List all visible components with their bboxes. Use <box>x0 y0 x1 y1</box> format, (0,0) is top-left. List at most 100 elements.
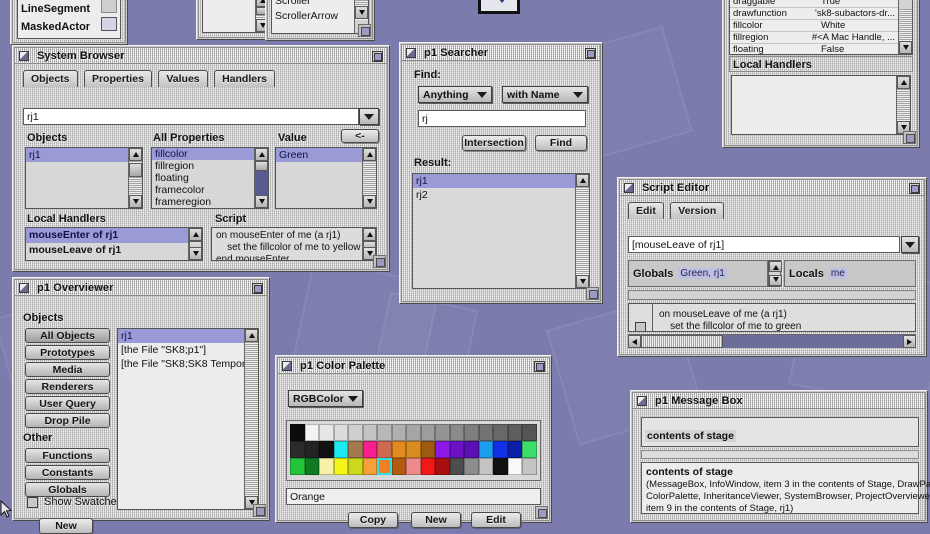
color-copy-button[interactable]: Copy <box>348 512 398 528</box>
scroll-down-arrow[interactable] <box>255 195 268 208</box>
scroll-track[interactable] <box>897 89 910 121</box>
grow-box[interactable] <box>253 504 266 517</box>
scroll-thumb[interactable] <box>255 161 268 171</box>
list-item[interactable]: ScrollerArrow <box>272 9 354 24</box>
prototype-list-window-left[interactable]: LineSegment MaskedActor <box>10 0 128 45</box>
grow-box[interactable] <box>373 255 386 268</box>
list-item[interactable]: floating <box>152 172 254 184</box>
close-icon[interactable] <box>19 283 29 293</box>
overviewer-button-constants[interactable]: Constants <box>25 465 110 480</box>
zoom-icon[interactable] <box>585 48 596 59</box>
vertical-scrollbar[interactable] <box>254 148 268 208</box>
grow-box[interactable] <box>903 131 916 144</box>
grow-box[interactable] <box>535 506 548 519</box>
list-item[interactable]: mouseLeave of rj1 <box>26 243 188 258</box>
color-swatch[interactable] <box>392 441 407 458</box>
scroll-up-arrow[interactable] <box>363 148 376 161</box>
handler-dropdown-button[interactable] <box>901 236 919 253</box>
list-item[interactable]: rj1 <box>118 329 244 343</box>
scroll-thumb[interactable] <box>641 335 723 348</box>
color-swatch[interactable] <box>377 441 392 458</box>
scroll-down-arrow[interactable] <box>363 195 376 208</box>
search-dropdown-button[interactable] <box>359 108 379 125</box>
tab-edit[interactable]: Edit <box>628 202 664 219</box>
color-swatch[interactable] <box>363 458 378 475</box>
scroll-right-arrow[interactable] <box>903 335 916 348</box>
list-item[interactable]: fillregion <box>152 160 254 172</box>
color-swatch[interactable] <box>348 424 363 441</box>
script-text[interactable]: on mouseEnter of me (a rj1) set the fill… <box>212 228 362 260</box>
color-swatch[interactable] <box>479 458 494 475</box>
list-item[interactable]: fillcolor <box>152 148 254 160</box>
list-item[interactable]: Scroller <box>272 0 354 9</box>
overviewer-button-drop-pile[interactable]: Drop Pile <box>25 413 110 428</box>
locals-pane[interactable]: Locals me <box>784 260 916 287</box>
zoom-icon[interactable] <box>372 51 383 62</box>
tab-properties[interactable]: Properties <box>84 70 152 87</box>
scroll-up-arrow[interactable] <box>363 228 376 241</box>
list-item[interactable]: rj1 <box>26 148 128 162</box>
overviewer-object-list[interactable]: rj1 [the File "SK8;p1"] [the File "SK8;S… <box>117 328 259 510</box>
color-swatch[interactable] <box>290 458 305 475</box>
color-swatch[interactable] <box>392 458 407 475</box>
list-item[interactable]: framecolor <box>152 184 254 196</box>
zoom-icon[interactable] <box>534 361 545 372</box>
color-swatch[interactable] <box>508 424 523 441</box>
color-swatch[interactable] <box>450 458 465 475</box>
color-swatch[interactable] <box>406 441 421 458</box>
script-pane[interactable]: on mouseEnter of me (a rj1) set the fill… <box>211 227 377 261</box>
color-palette-titlebar[interactable]: p1 Color Palette <box>278 358 549 374</box>
color-swatch[interactable] <box>464 458 479 475</box>
overviewer-button-media[interactable]: Media <box>25 362 110 377</box>
scroll-up-arrow[interactable] <box>897 76 910 89</box>
searcher-window[interactable]: p1 Searcher Find: Anything with Name rj … <box>399 42 603 304</box>
intersection-button[interactable]: Intersection <box>462 135 526 151</box>
color-swatch[interactable] <box>363 424 378 441</box>
color-swatch[interactable] <box>435 424 450 441</box>
color-swatch[interactable] <box>522 458 537 475</box>
color-swatch[interactable] <box>493 458 508 475</box>
script-editor-titlebar[interactable]: Script Editor <box>620 180 924 196</box>
breakpoint-checkbox[interactable] <box>635 322 646 332</box>
system-browser-titlebar[interactable]: System Browser <box>15 48 387 64</box>
color-swatch[interactable] <box>363 441 378 458</box>
color-swatch[interactable] <box>493 424 508 441</box>
globals-value[interactable]: Green, rj1 <box>678 268 726 279</box>
search-query-input[interactable]: rj <box>418 110 586 127</box>
color-swatch[interactable] <box>450 441 465 458</box>
message-input-pane[interactable]: contents of stage <box>641 417 919 447</box>
message-input-value[interactable]: contents of stage <box>645 430 736 442</box>
grow-box[interactable] <box>358 24 371 37</box>
color-swatch[interactable] <box>493 441 508 458</box>
overviewer-button-all-objects[interactable]: All Objects <box>25 328 110 343</box>
color-swatch[interactable] <box>348 458 363 475</box>
color-swatch[interactable] <box>479 424 494 441</box>
search-results-list[interactable]: rj1 rj2 <box>412 173 590 289</box>
scroll-up-arrow[interactable] <box>769 261 782 272</box>
color-swatch[interactable] <box>435 441 450 458</box>
color-swatch[interactable] <box>464 424 479 441</box>
tab-handlers[interactable]: Handlers <box>214 70 275 87</box>
overviewer-titlebar[interactable]: p1 Overviewer <box>15 280 267 296</box>
color-swatch[interactable] <box>421 424 436 441</box>
scroll-up-arrow[interactable] <box>245 329 258 342</box>
vertical-scrollbar[interactable] <box>128 148 142 208</box>
overviewer-window[interactable]: p1 Overviewer Objects All Objects Protot… <box>12 277 270 521</box>
system-browser-window[interactable]: System Browser Objects Properties Values… <box>12 45 390 272</box>
vertical-scrollbar[interactable] <box>896 76 910 134</box>
overviewer-button-functions[interactable]: Functions <box>25 448 110 463</box>
color-swatch[interactable] <box>305 424 320 441</box>
color-swatch[interactable] <box>290 424 305 441</box>
color-swatch[interactable] <box>479 441 494 458</box>
searcher-titlebar[interactable]: p1 Searcher <box>402 45 600 61</box>
list-item[interactable]: [the File "SK8;p1"] <box>118 343 244 357</box>
overviewer-button-renderers[interactable]: Renderers <box>25 379 110 394</box>
vertical-scrollbar[interactable] <box>362 148 376 208</box>
locals-value[interactable]: me <box>829 268 847 279</box>
list-item[interactable]: rj2 <box>413 188 575 202</box>
color-name-field[interactable]: Orange <box>286 488 541 505</box>
message-box-titlebar[interactable]: p1 Message Box <box>633 393 925 409</box>
scroll-track[interactable] <box>576 187 589 275</box>
overviewer-button-prototypes[interactable]: Prototypes <box>25 345 110 360</box>
prototype-list-mid[interactable]: ScriptEditorWindow ScriptWindowButtons S… <box>271 0 369 34</box>
